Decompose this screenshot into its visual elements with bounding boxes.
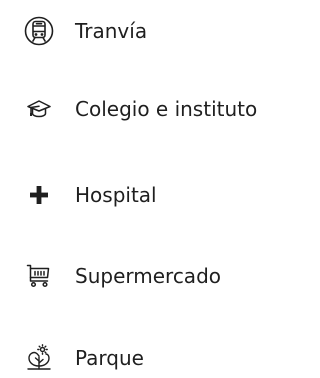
graduation-cap-icon bbox=[22, 89, 56, 129]
poi-label-tram: Tranvía bbox=[75, 19, 148, 43]
poi-label-supermarket: Supermercado bbox=[75, 264, 221, 288]
poi-item-hospital: Hospital bbox=[0, 175, 304, 215]
tram-icon bbox=[22, 11, 56, 51]
medical-cross-icon bbox=[22, 175, 56, 215]
park-tree-sun-icon bbox=[22, 338, 56, 378]
shopping-cart-icon bbox=[22, 256, 56, 296]
poi-item-school: Colegio e instituto bbox=[0, 89, 304, 129]
poi-label-school: Colegio e instituto bbox=[75, 97, 258, 121]
poi-item-supermarket: Supermercado bbox=[0, 256, 304, 296]
poi-label-park: Parque bbox=[75, 346, 144, 370]
poi-item-tram: Tranvía bbox=[0, 11, 304, 51]
poi-label-hospital: Hospital bbox=[75, 183, 157, 207]
poi-item-park: Parque bbox=[0, 338, 304, 378]
poi-category-list: Tranvía Colegio e instituto Hospital Sup… bbox=[0, 0, 304, 376]
